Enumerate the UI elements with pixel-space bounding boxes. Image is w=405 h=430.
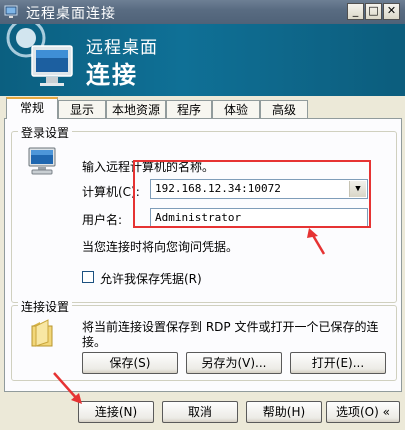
save-credentials-checkbox[interactable] bbox=[82, 271, 94, 283]
open-button[interactable]: 打开(E)... bbox=[290, 352, 386, 374]
remote-desktop-logo-icon bbox=[6, 24, 73, 86]
close-button[interactable]: ✕ bbox=[383, 3, 400, 20]
tab-display[interactable]: 显示 bbox=[58, 100, 106, 118]
banner-title: 连接 bbox=[86, 61, 138, 89]
tab-local-resources[interactable]: 本地资源 bbox=[106, 100, 166, 118]
tab-strip: 常规 显示 本地资源 程序 体验 高级 bbox=[0, 96, 405, 120]
remote-desktop-app-icon bbox=[4, 5, 18, 18]
connection-description-line1: 将当前连接设置保存到 RDP 文件或打开一个已保存的连 bbox=[82, 320, 379, 334]
tab-programs[interactable]: 程序 bbox=[166, 100, 212, 118]
help-button[interactable]: 帮助(H) bbox=[246, 401, 322, 423]
minimize-button[interactable]: _ bbox=[347, 3, 364, 20]
username-label: 用户名: bbox=[82, 213, 123, 227]
computer-name-prompt: 输入远程计算机的名称。 bbox=[82, 160, 215, 174]
connection-settings-group: 连接设置 将当前连接设置保存到 RDP 文件或打开一个已保存的连 接。 保存(S… bbox=[11, 298, 397, 381]
computer-value: 192.168.12.34:10072 bbox=[155, 182, 281, 195]
login-settings-group: 登录设置 输入远程计算机的名称。 计算机(C): 192.168.12.34:1… bbox=[11, 124, 397, 303]
login-settings-label: 登录设置 bbox=[18, 124, 73, 141]
title-bar[interactable]: 远程桌面连接 _ □ ✕ bbox=[0, 0, 405, 24]
connect-button[interactable]: 连接(N) bbox=[78, 401, 154, 423]
maximize-button[interactable]: □ bbox=[365, 3, 382, 20]
tab-general[interactable]: 常规 bbox=[6, 97, 58, 119]
options-button[interactable]: 选项(O) « bbox=[326, 401, 400, 423]
username-field[interactable]: Administrator bbox=[150, 208, 368, 228]
username-value: Administrator bbox=[155, 211, 242, 224]
folder-icon bbox=[31, 319, 53, 347]
maximize-icon: □ bbox=[368, 4, 379, 17]
credentials-note: 当您连接时将向您询问凭据。 bbox=[82, 240, 239, 254]
tab-advanced[interactable]: 高级 bbox=[260, 100, 308, 118]
double-chevron-left-icon: « bbox=[382, 405, 390, 419]
connection-settings-label: 连接设置 bbox=[18, 298, 73, 315]
dropdown-arrow-icon[interactable]: ▼ bbox=[349, 181, 366, 197]
computer-icon bbox=[28, 147, 56, 175]
minimize-icon: _ bbox=[352, 4, 359, 17]
window-title: 远程桌面连接 bbox=[26, 6, 116, 22]
tab-panel-general: 登录设置 输入远程计算机的名称。 计算机(C): 192.168.12.34:1… bbox=[4, 118, 402, 392]
save-button[interactable]: 保存(S) bbox=[82, 352, 178, 374]
save-as-button[interactable]: 另存为(V)... bbox=[186, 352, 282, 374]
tab-experience[interactable]: 体验 bbox=[212, 100, 260, 118]
options-label: 选项(O) bbox=[336, 405, 379, 419]
connection-description-line2: 接。 bbox=[82, 335, 107, 349]
save-credentials-label[interactable]: 允许我保存凭据(R) bbox=[100, 270, 202, 287]
close-icon: ✕ bbox=[386, 4, 397, 17]
computer-label: 计算机(C): bbox=[82, 185, 140, 199]
header-banner: 远程桌面 连接 bbox=[0, 24, 405, 96]
cancel-button[interactable]: 取消 bbox=[162, 401, 238, 423]
computer-combobox[interactable]: 192.168.12.34:10072 ▼ bbox=[150, 179, 368, 199]
